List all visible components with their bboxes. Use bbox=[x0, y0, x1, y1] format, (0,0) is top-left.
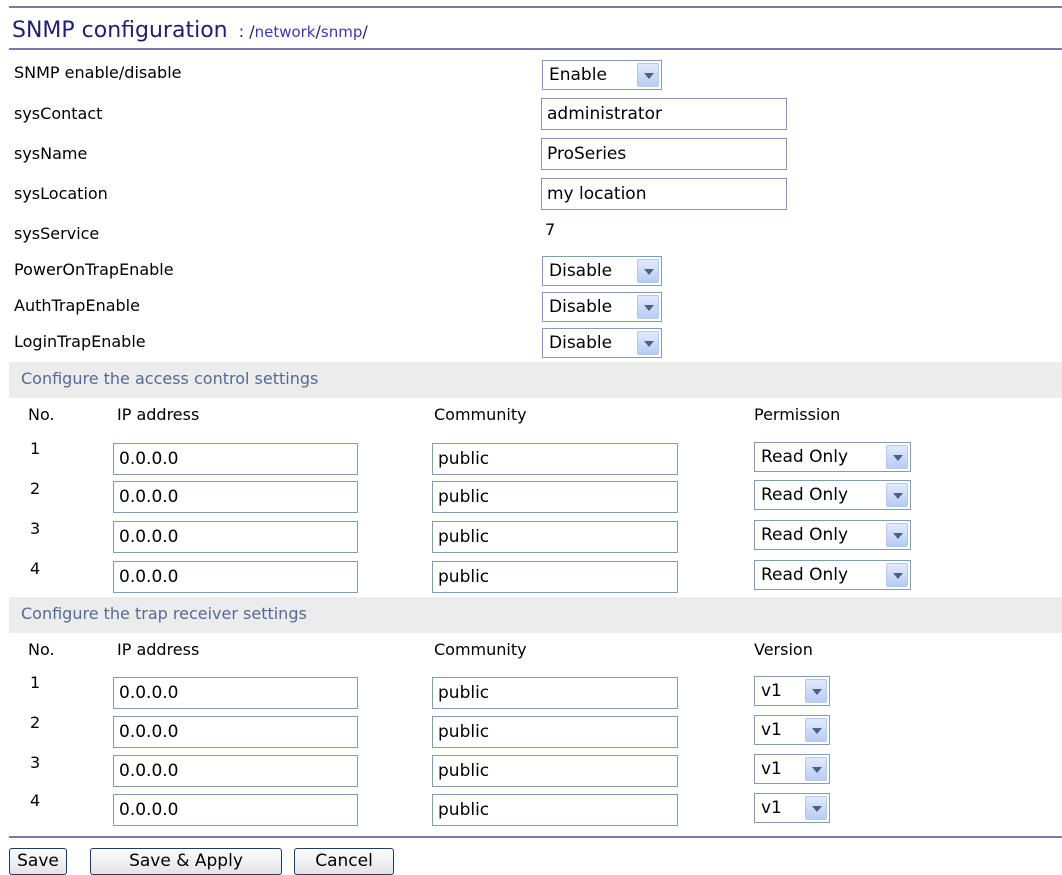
trap-receiver-section-header: Configure the trap receiver settings bbox=[9, 597, 1062, 633]
access-community-input[interactable] bbox=[432, 521, 678, 553]
auth-trap-select[interactable]: Disable bbox=[542, 292, 662, 322]
chevron-down-icon bbox=[805, 718, 827, 742]
trap-ip-input[interactable] bbox=[113, 794, 358, 826]
login-trap-value: Disable bbox=[549, 333, 613, 353]
trap-row-no: 4 bbox=[30, 791, 41, 810]
cancel-button[interactable]: Cancel bbox=[294, 848, 394, 875]
trap-community-input[interactable] bbox=[432, 755, 678, 787]
access-row-no: 4 bbox=[30, 559, 41, 578]
trap-row-no: 1 bbox=[30, 673, 41, 692]
power-on-trap-label: PowerOnTrapEnable bbox=[14, 260, 174, 279]
chevron-down-icon bbox=[637, 331, 659, 355]
chevron-down-icon bbox=[886, 523, 908, 547]
access-ip-input[interactable] bbox=[113, 481, 358, 513]
trap-receiver-section-title: Configure the trap receiver settings bbox=[21, 604, 307, 623]
sys-location-input[interactable] bbox=[541, 178, 787, 210]
trap-version-select[interactable]: v1 bbox=[754, 715, 830, 745]
page-title-text: SNMP configuration bbox=[12, 18, 228, 43]
trap-row-no: 3 bbox=[30, 753, 41, 772]
access-col-community: Community bbox=[434, 405, 527, 424]
access-col-ip: IP address bbox=[117, 405, 200, 424]
page-title: SNMP configuration : /network/snmp/ bbox=[12, 18, 368, 46]
access-col-no: No. bbox=[28, 405, 55, 424]
save-apply-button[interactable]: Save & Apply bbox=[90, 848, 282, 875]
access-permission-select[interactable]: Read Only bbox=[754, 480, 911, 510]
access-permission-select[interactable]: Read Only bbox=[754, 520, 911, 550]
snmp-enable-label: SNMP enable/disable bbox=[14, 63, 182, 82]
chevron-down-icon bbox=[805, 757, 827, 781]
sys-service-label: sysService bbox=[14, 224, 100, 243]
access-ip-input[interactable] bbox=[113, 443, 358, 475]
snmp-enable-select[interactable]: Enable bbox=[542, 60, 662, 90]
title-separator: : bbox=[238, 22, 245, 41]
sys-service-value: 7 bbox=[545, 220, 556, 239]
chevron-down-icon bbox=[805, 679, 827, 703]
breadcrumb-snmp-link[interactable]: snmp bbox=[321, 23, 362, 41]
access-control-section-title: Configure the access control settings bbox=[21, 369, 319, 388]
trap-version-select[interactable]: v1 bbox=[754, 676, 830, 706]
access-community-input[interactable] bbox=[432, 481, 678, 513]
access-permission-value: Read Only bbox=[761, 565, 849, 585]
access-permission-value: Read Only bbox=[761, 525, 849, 545]
breadcrumb-slash: / bbox=[362, 22, 368, 41]
chevron-down-icon bbox=[805, 796, 827, 820]
trap-col-community: Community bbox=[434, 640, 527, 659]
power-on-trap-value: Disable bbox=[549, 261, 613, 281]
access-row-no: 2 bbox=[30, 479, 41, 498]
auth-trap-value: Disable bbox=[549, 297, 613, 317]
trap-ip-input[interactable] bbox=[113, 677, 358, 709]
chevron-down-icon bbox=[637, 63, 659, 87]
access-permission-value: Read Only bbox=[761, 447, 849, 467]
sys-location-label: sysLocation bbox=[14, 184, 108, 203]
access-ip-input[interactable] bbox=[113, 561, 358, 593]
snmp-enable-value: Enable bbox=[549, 65, 607, 85]
access-permission-value: Read Only bbox=[761, 485, 849, 505]
power-on-trap-select[interactable]: Disable bbox=[542, 256, 662, 286]
trap-version-value: v1 bbox=[761, 759, 782, 779]
trap-version-value: v1 bbox=[761, 798, 782, 818]
top-rule bbox=[9, 6, 1062, 8]
trap-community-input[interactable] bbox=[432, 716, 678, 748]
trap-community-input[interactable] bbox=[432, 794, 678, 826]
access-permission-select[interactable]: Read Only bbox=[754, 442, 911, 472]
access-community-input[interactable] bbox=[432, 561, 678, 593]
footer-rule bbox=[9, 836, 1062, 838]
trap-col-version: Version bbox=[754, 640, 813, 659]
auth-trap-label: AuthTrapEnable bbox=[14, 296, 140, 315]
chevron-down-icon bbox=[886, 483, 908, 507]
chevron-down-icon bbox=[886, 563, 908, 587]
title-underline bbox=[9, 48, 1062, 50]
trap-ip-input[interactable] bbox=[113, 716, 358, 748]
login-trap-label: LoginTrapEnable bbox=[14, 332, 146, 351]
chevron-down-icon bbox=[637, 295, 659, 319]
save-button[interactable]: Save bbox=[9, 848, 67, 875]
sys-contact-label: sysContact bbox=[14, 104, 103, 123]
sys-name-label: sysName bbox=[14, 144, 88, 163]
access-row-no: 1 bbox=[30, 439, 41, 458]
trap-row-no: 2 bbox=[30, 713, 41, 732]
chevron-down-icon bbox=[886, 445, 908, 469]
access-control-section-header: Configure the access control settings bbox=[9, 362, 1062, 398]
sys-name-input[interactable] bbox=[541, 138, 787, 170]
trap-col-no: No. bbox=[28, 640, 55, 659]
breadcrumb-network-link[interactable]: network bbox=[255, 23, 316, 41]
access-ip-input[interactable] bbox=[113, 521, 358, 553]
trap-ip-input[interactable] bbox=[113, 755, 358, 787]
trap-version-value: v1 bbox=[761, 681, 782, 701]
access-community-input[interactable] bbox=[432, 443, 678, 475]
access-row-no: 3 bbox=[30, 519, 41, 538]
login-trap-select[interactable]: Disable bbox=[542, 328, 662, 358]
trap-version-value: v1 bbox=[761, 720, 782, 740]
trap-version-select[interactable]: v1 bbox=[754, 754, 830, 784]
sys-contact-input[interactable] bbox=[541, 98, 787, 130]
trap-version-select[interactable]: v1 bbox=[754, 793, 830, 823]
access-permission-select[interactable]: Read Only bbox=[754, 560, 911, 590]
chevron-down-icon bbox=[637, 259, 659, 283]
trap-community-input[interactable] bbox=[432, 677, 678, 709]
access-col-permission: Permission bbox=[754, 405, 841, 424]
trap-col-ip: IP address bbox=[117, 640, 200, 659]
